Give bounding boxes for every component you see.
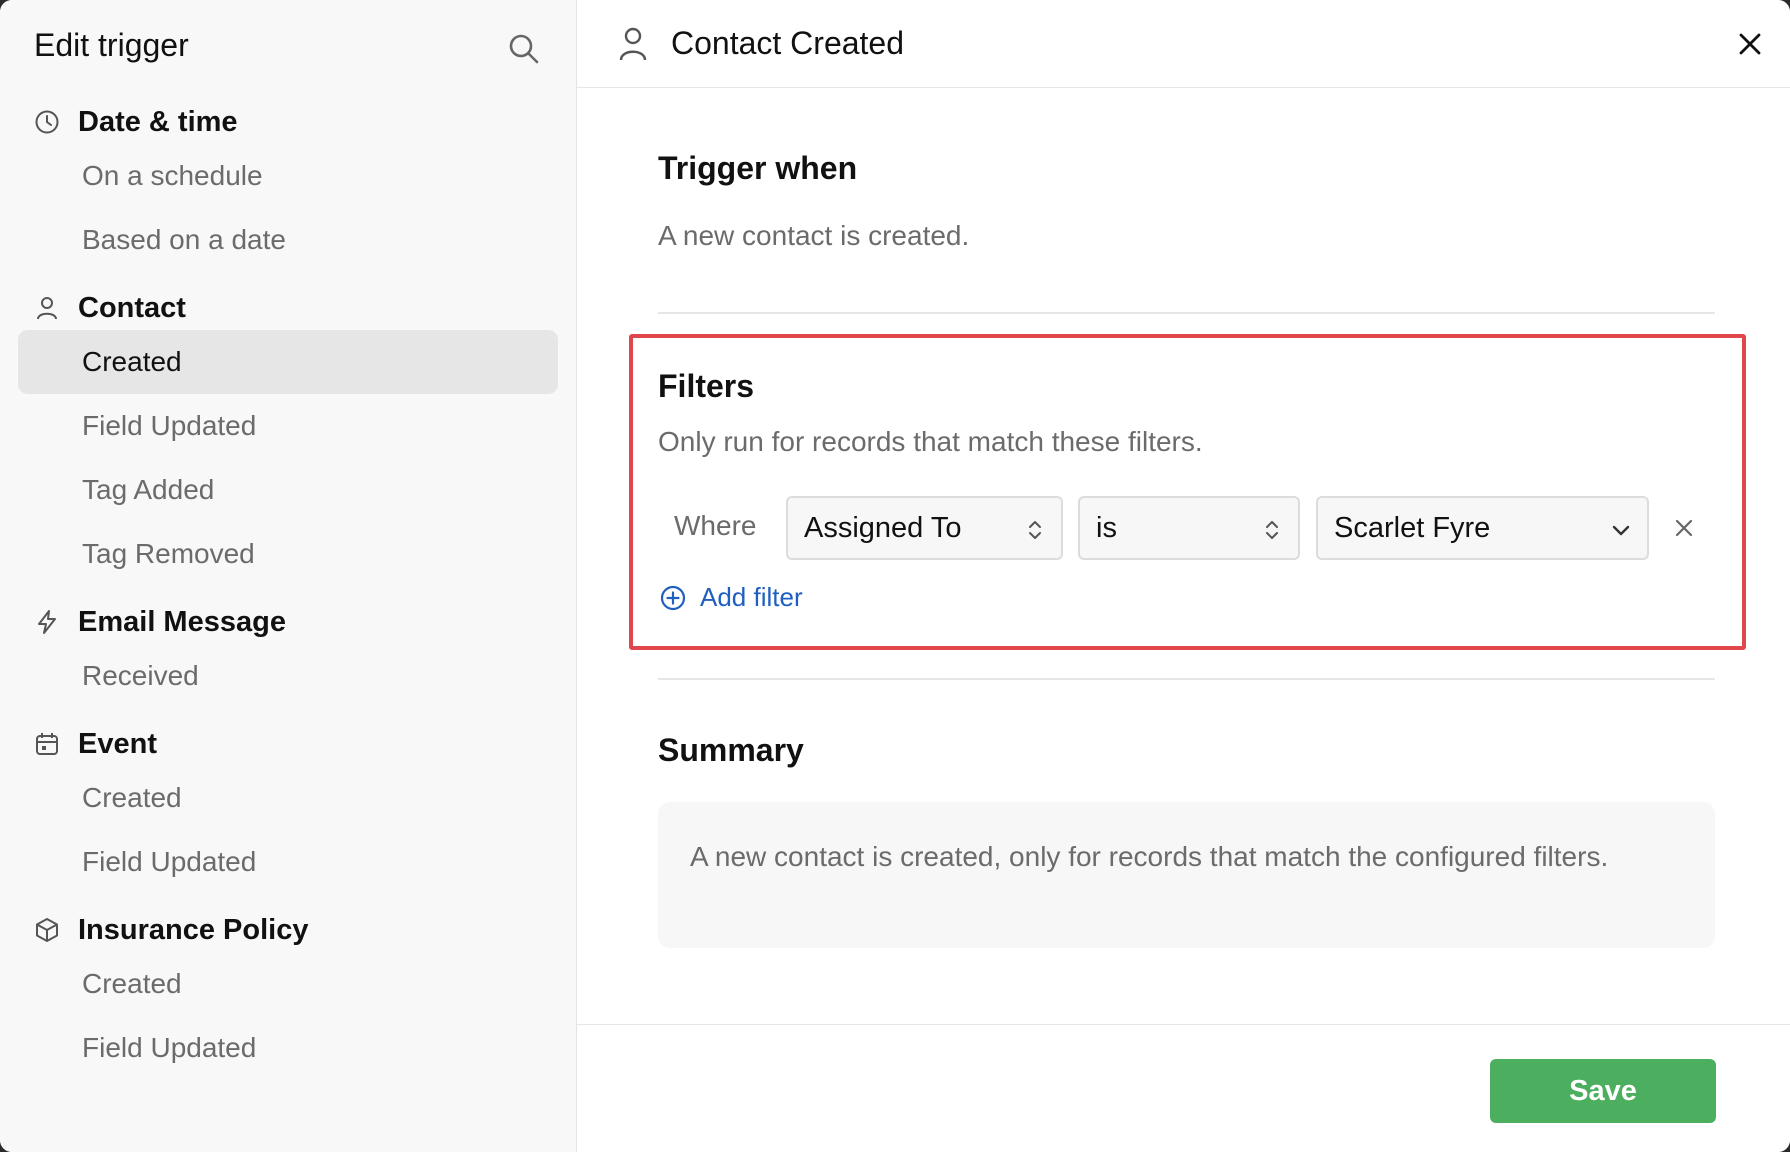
person-icon	[613, 24, 653, 64]
filter-field-value: Assigned To	[804, 511, 962, 544]
group-label: Contact	[78, 291, 186, 324]
sidebar-item-contact-created[interactable]: Created	[18, 330, 558, 394]
filters-title: Filters	[658, 368, 755, 404]
filters-highlight-box: Filters Only run for records that match …	[629, 334, 1746, 650]
person-icon	[34, 295, 60, 321]
updown-chevron-icon	[1023, 516, 1047, 544]
sidebar-item-contact-tag-added[interactable]: Tag Added	[18, 458, 558, 522]
filter-value-select[interactable]: Scarlet Fyre	[1316, 496, 1649, 560]
remove-filter-icon[interactable]	[1668, 512, 1700, 544]
group-label: Insurance Policy	[78, 913, 309, 946]
sidebar-item-contact-field-updated[interactable]: Field Updated	[18, 394, 558, 458]
sidebar-item-contact-tag-removed[interactable]: Tag Removed	[18, 522, 558, 586]
sidebar-item-insurance-created[interactable]: Created	[18, 952, 558, 1016]
where-label: Where	[674, 510, 757, 541]
sidebar-header: Edit trigger	[18, 0, 558, 100]
group-contact: Contact Created Field Updated Tag Added …	[18, 286, 558, 586]
group-header-event: Event	[18, 722, 558, 766]
updown-chevron-icon	[1260, 516, 1284, 544]
trigger-when-title: Trigger when	[658, 150, 858, 186]
summary-text: A new contact is created, only for recor…	[690, 841, 1609, 872]
add-filter-button[interactable]: Add filter	[658, 582, 803, 613]
filter-operator-value: is	[1096, 511, 1117, 544]
sidebar-item-on-a-schedule[interactable]: On a schedule	[18, 144, 558, 208]
filter-operator-select[interactable]: is	[1078, 496, 1300, 560]
clock-icon	[34, 109, 60, 135]
summary-box: A new contact is created, only for recor…	[658, 802, 1715, 948]
calendar-icon	[34, 731, 60, 757]
group-header-contact: Contact	[18, 286, 558, 330]
group-date-time: Date & time On a schedule Based on a dat…	[18, 100, 558, 272]
sidebar-title: Edit trigger	[34, 26, 189, 63]
filter-field-select[interactable]: Assigned To	[786, 496, 1063, 560]
group-label: Email Message	[78, 605, 286, 638]
filter-row: Where Assigned To is Scarlet Fyre	[658, 496, 1718, 560]
plus-circle-icon	[658, 583, 688, 613]
divider	[658, 312, 1715, 314]
save-button[interactable]: Save	[1490, 1059, 1716, 1123]
lightning-icon	[34, 609, 60, 635]
group-header-date-time: Date & time	[18, 100, 558, 144]
group-label: Date & time	[78, 105, 238, 138]
sidebar-item-event-created[interactable]: Created	[18, 766, 558, 830]
trigger-description: A new contact is created.	[658, 220, 970, 251]
panel-footer: Save	[577, 1024, 1790, 1152]
add-filter-label: Add filter	[700, 582, 803, 612]
filter-value: Scarlet Fyre	[1334, 511, 1491, 544]
sidebar-item-based-on-a-date[interactable]: Based on a date	[18, 208, 558, 272]
group-email-message: Email Message Received	[18, 600, 558, 708]
group-insurance-policy: Insurance Policy Created Field Updated	[18, 908, 558, 1080]
group-header-email-message: Email Message	[18, 600, 558, 644]
cube-icon	[34, 917, 60, 943]
chevron-down-icon	[1609, 516, 1633, 544]
sidebar-item-email-received[interactable]: Received	[18, 644, 558, 708]
divider	[658, 678, 1715, 680]
group-label: Event	[78, 727, 157, 760]
trigger-sidebar: Edit trigger Date & time On a schedule B…	[0, 0, 577, 1152]
trigger-detail-panel: Contact Created Trigger when A new conta…	[577, 0, 1790, 1152]
group-header-insurance-policy: Insurance Policy	[18, 908, 558, 952]
panel-title: Contact Created	[671, 25, 905, 61]
filters-description: Only run for records that match these fi…	[658, 426, 1203, 457]
search-icon[interactable]	[506, 31, 542, 67]
panel-header: Contact Created	[577, 0, 1790, 88]
group-event: Event Created Field Updated	[18, 722, 558, 894]
sidebar-item-insurance-field-updated[interactable]: Field Updated	[18, 1016, 558, 1080]
edit-trigger-modal: Edit trigger Date & time On a schedule B…	[0, 0, 1790, 1152]
summary-title: Summary	[658, 732, 804, 768]
sidebar-item-event-field-updated[interactable]: Field Updated	[18, 830, 558, 894]
close-icon[interactable]	[1732, 26, 1768, 62]
